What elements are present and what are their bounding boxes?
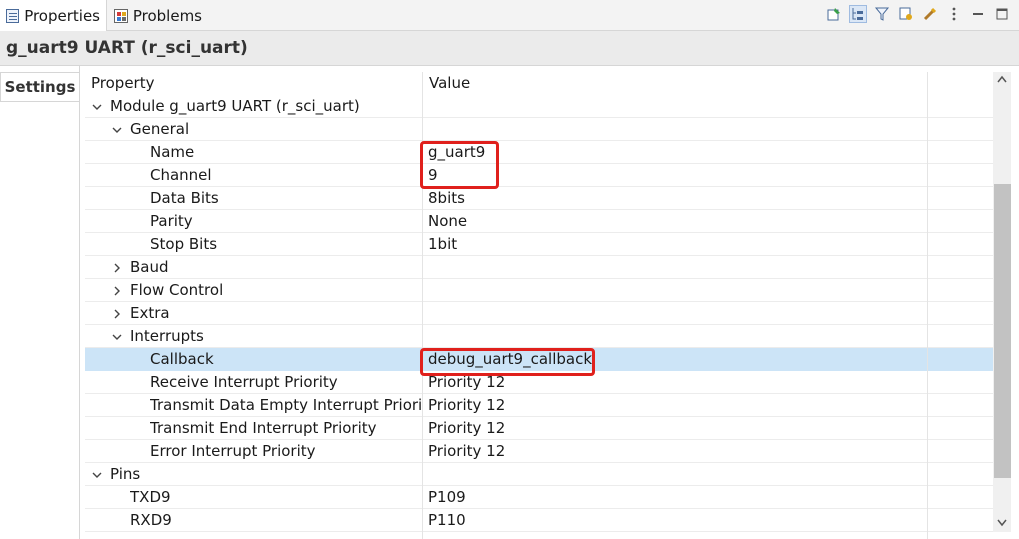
table-row[interactable]: RXD9 P110 [85, 509, 993, 532]
property-cell: Module g_uart9 UART (r_sci_uart) [110, 97, 360, 115]
table-row[interactable]: Module g_uart9 UART (r_sci_uart) [85, 95, 993, 118]
chevron-right-icon[interactable] [111, 279, 123, 302]
column-header-value[interactable]: Value [429, 72, 470, 95]
property-cell: Flow Control [130, 281, 224, 299]
vertical-scrollbar[interactable] [993, 72, 1011, 532]
property-cell: Data Bits [150, 189, 219, 207]
value-cell[interactable]: 8bits [428, 187, 465, 210]
table-row[interactable]: Parity None [85, 210, 993, 233]
property-cell: RXD9 [130, 511, 172, 529]
property-cell: Transmit End Interrupt Priority [150, 419, 377, 437]
value-cell[interactable]: 1bit [428, 233, 457, 256]
minimize-icon[interactable] [969, 5, 987, 23]
scroll-up-icon[interactable] [993, 72, 1011, 86]
table-row[interactable]: Transmit Data Empty Interrupt Priority Pr… [85, 394, 993, 417]
table-row[interactable]: Data Bits 8bits [85, 187, 993, 210]
table-row[interactable]: Interrupts [85, 325, 993, 348]
table-row[interactable]: Flow Control [85, 279, 993, 302]
tab-properties-label: Properties [24, 6, 100, 25]
property-cell: Channel [150, 166, 212, 184]
value-cell[interactable]: Priority 12 [428, 440, 505, 463]
property-cell: Receive Interrupt Priority [150, 373, 338, 391]
value-cell[interactable]: Priority 12 [428, 417, 505, 440]
tab-properties[interactable]: Properties [0, 0, 107, 31]
value-cell[interactable]: P109 [428, 486, 466, 509]
maximize-icon[interactable] [993, 5, 1011, 23]
property-cell: Pins [110, 465, 141, 483]
pin-icon[interactable] [825, 5, 843, 23]
problems-icon [114, 8, 128, 23]
column-divider-2[interactable] [927, 72, 928, 539]
table-row[interactable]: Name g_uart9 [85, 141, 993, 164]
table-row[interactable]: Pins [85, 463, 993, 486]
advanced-icon[interactable] [897, 5, 915, 23]
property-cell: Transmit Data Empty Interrupt Priority [150, 396, 422, 414]
table-row[interactable]: Stop Bits 1bit [85, 233, 993, 256]
filter-icon[interactable] [873, 5, 891, 23]
chevron-right-icon[interactable] [111, 302, 123, 325]
chevron-down-icon[interactable] [111, 118, 123, 141]
restore-default-icon[interactable] [921, 5, 939, 23]
table-row[interactable]: TXD9 P109 [85, 486, 993, 509]
properties-icon [6, 8, 20, 23]
property-cell: General [130, 120, 190, 138]
property-cell: Parity [150, 212, 193, 230]
value-cell[interactable]: P110 [428, 509, 466, 532]
show-categories-icon[interactable] [849, 5, 867, 23]
chevron-down-icon[interactable] [91, 95, 103, 118]
table-row[interactable]: General [85, 118, 993, 141]
chevron-right-icon[interactable] [111, 256, 123, 279]
tab-settings[interactable]: Settings [0, 72, 79, 102]
page-title: g_uart9 UART (r_sci_uart) [0, 31, 1019, 66]
table-row[interactable]: Extra [85, 302, 993, 325]
highlight-callback [420, 348, 595, 376]
property-cell: Callback [150, 350, 214, 368]
value-cell[interactable]: None [428, 210, 467, 233]
highlight-name-channel [420, 141, 499, 189]
chevron-down-icon[interactable] [111, 325, 123, 348]
table-row[interactable]: Channel 9 [85, 164, 993, 187]
property-cell: Interrupts [130, 327, 204, 345]
property-cell: Stop Bits [150, 235, 218, 253]
table-header: Property Value [85, 72, 993, 95]
view-menu-icon[interactable] [945, 5, 963, 23]
property-cell: Name [150, 143, 195, 161]
side-divider [79, 66, 80, 539]
property-cell: Baud [130, 258, 169, 276]
tab-problems-label: Problems [132, 6, 202, 25]
property-cell: Extra [130, 304, 170, 322]
table-row[interactable]: Error Interrupt Priority Priority 12 [85, 440, 993, 463]
column-header-property[interactable]: Property [91, 72, 154, 95]
scroll-down-icon[interactable] [993, 516, 1011, 530]
view-tab-bar: Properties Problems [0, 0, 1019, 31]
property-cell: Error Interrupt Priority [150, 442, 316, 460]
table-row[interactable]: Baud [85, 256, 993, 279]
view-toolbar [825, 5, 1011, 23]
table-row[interactable]: Transmit End Interrupt Priority Priority … [85, 417, 993, 440]
scrollbar-thumb[interactable] [994, 184, 1011, 478]
property-cell: TXD9 [130, 488, 171, 506]
chevron-down-icon[interactable] [91, 463, 103, 486]
tab-problems[interactable]: Problems [108, 0, 208, 31]
value-cell[interactable]: Priority 12 [428, 394, 505, 417]
properties-table: Property Value Module g_uart9 UART (r_sc… [85, 72, 993, 539]
